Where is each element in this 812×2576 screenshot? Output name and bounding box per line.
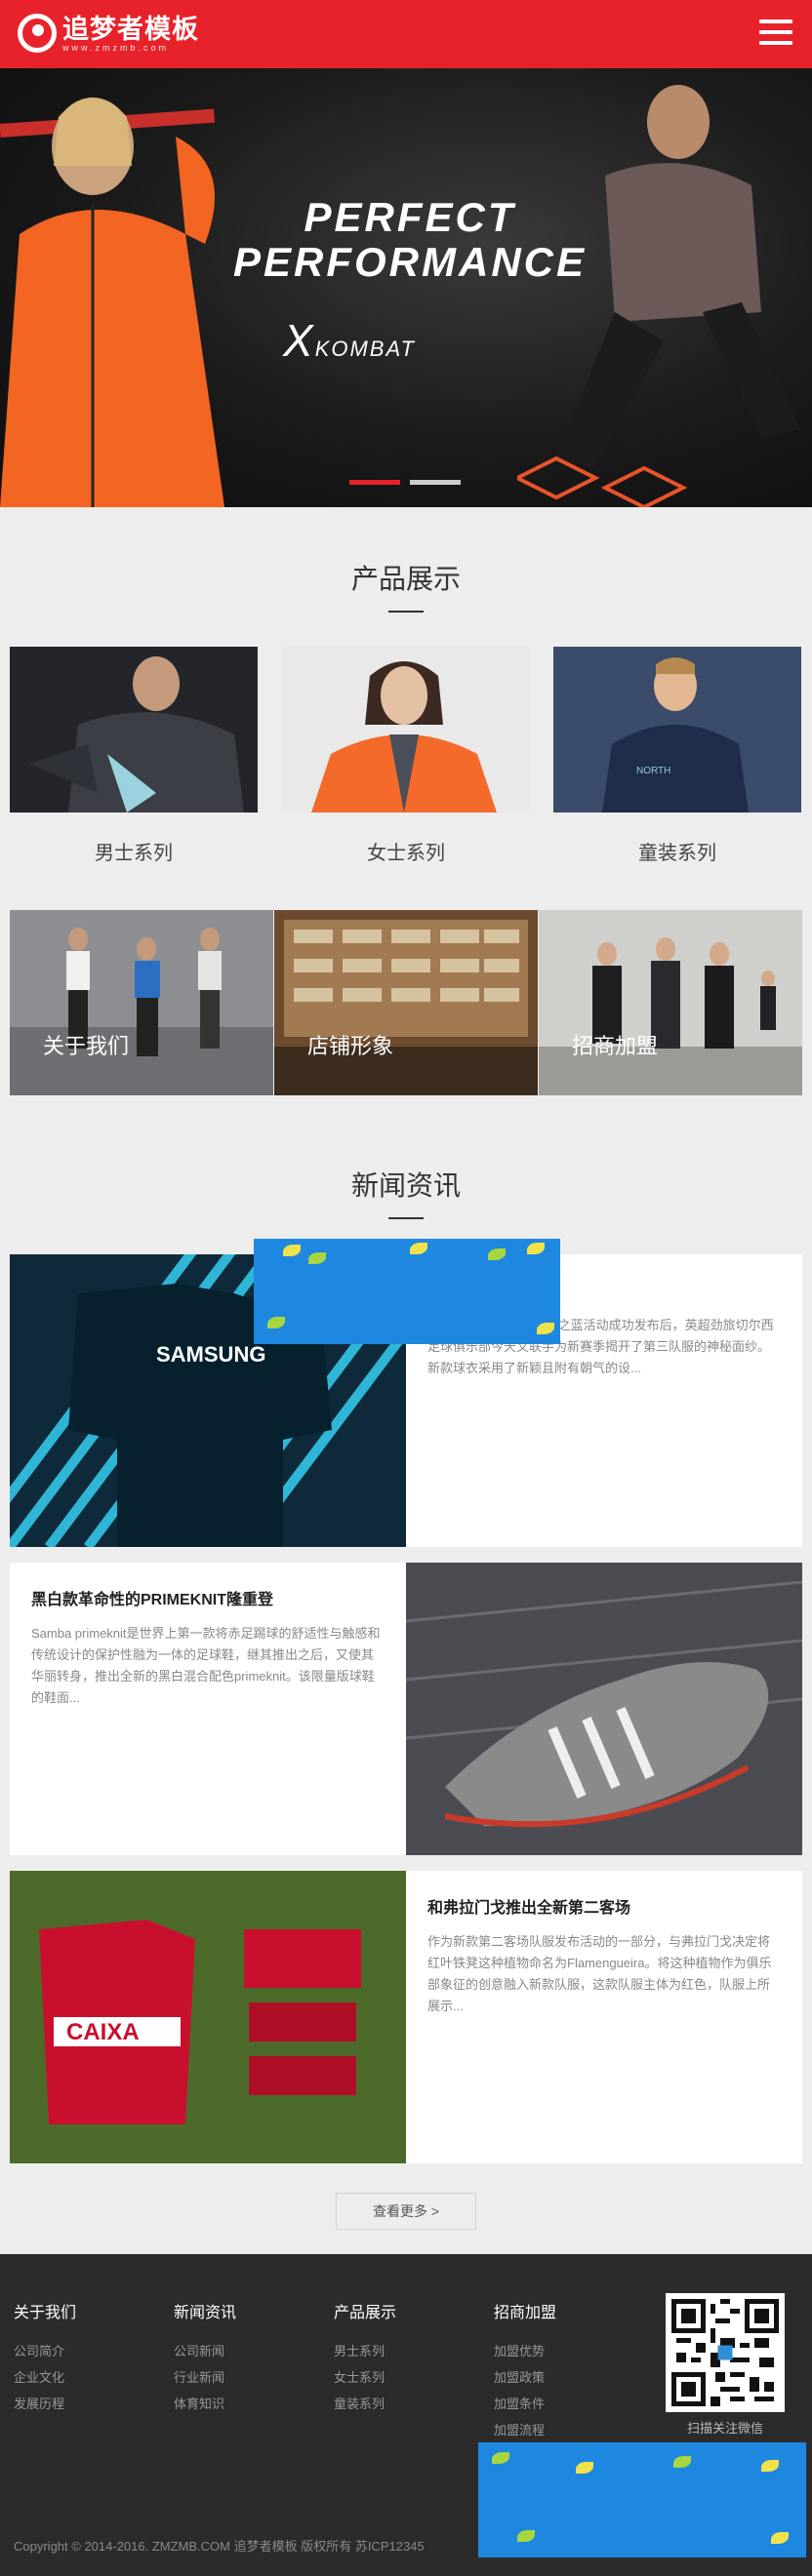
logo-title: 追梦者模板: [62, 14, 199, 44]
footer-link[interactable]: 行业新闻: [174, 2364, 236, 2391]
news-title-text: 和弗拉门戈推出全新第二客场: [427, 1900, 631, 1917]
svg-text:SAMSUNG: SAMSUNG: [156, 1342, 265, 1367]
tile-image-store: [274, 910, 538, 1095]
product-label: 童装系列: [638, 843, 716, 864]
product-image-kids: NORTH: [553, 647, 801, 812]
qr-caption: 扫描关注微信: [686, 2421, 763, 2436]
copyright: Copyright © 2014-2016. ZMZMB.COM 追梦者模板 版…: [14, 2539, 425, 2554]
news-image-2: [406, 1563, 802, 1855]
news-image-3: CAIXA: [10, 1871, 406, 2163]
product-image-women: [282, 647, 530, 812]
tile-label: 关于我们: [43, 1034, 130, 1058]
footer-link[interactable]: 公司简介: [14, 2338, 76, 2364]
footer-link[interactable]: 女士系列: [334, 2364, 396, 2391]
carousel-indicators: [349, 480, 461, 485]
floating-ad-popup[interactable]: [254, 1239, 560, 1344]
logo[interactable]: 追梦者模板 www.zmzmb.com: [18, 14, 199, 53]
footer-link[interactable]: 童装系列: [334, 2391, 396, 2417]
footer-link[interactable]: 加盟流程: [494, 2417, 556, 2443]
carousel-dot-1[interactable]: [349, 480, 400, 485]
qr-code: [666, 2293, 785, 2412]
svg-text:CAIXA: CAIXA: [66, 2019, 140, 2045]
footer-link[interactable]: 发展历程: [14, 2391, 76, 2417]
tile-store-image[interactable]: 店铺形象: [274, 910, 538, 1095]
footer-link[interactable]: 男士系列: [334, 2338, 396, 2364]
footer-col-title: 新闻资讯: [174, 2305, 237, 2321]
product-image-men: [10, 647, 258, 812]
tile-label: 店铺形象: [307, 1034, 394, 1058]
products-title-divider: [388, 611, 424, 613]
footer-link[interactable]: 公司新闻: [174, 2338, 236, 2364]
footer-link[interactable]: 加盟优势: [494, 2338, 556, 2364]
footer-link[interactable]: 加盟条件: [494, 2391, 556, 2417]
banner-man-image: [517, 85, 800, 507]
svg-text:NORTH: NORTH: [636, 766, 670, 776]
page: 追梦者模板 www.zmzmb.com PERFECT PERFORMANCE: [0, 0, 812, 2576]
menu-icon[interactable]: [759, 20, 792, 47]
footer-col-about: 关于我们 公司简介 企业文化 发展历程: [14, 2299, 76, 2417]
footer-col-title: 产品展示: [334, 2305, 397, 2321]
footer-link[interactable]: 企业文化: [14, 2364, 76, 2391]
news-item[interactable]: CAIXA 和弗拉门戈推出全新第二客场 作为新款第二客场队服发布活动的一部分，与…: [10, 1871, 802, 2163]
footer-col-franchise: 招商加盟 加盟优势 加盟政策 加盟条件 加盟流程: [494, 2299, 556, 2443]
banner-title: PERFECT PERFORMANCE: [232, 194, 587, 285]
news-excerpt: 作为新款第二客场队服发布活动的一部分，与弗拉门戈决定将红叶铁凳这种植物命名为Fl…: [427, 1934, 772, 2013]
news-arrow: [394, 1699, 406, 1719]
banner-brand: XKOMBAT: [283, 315, 416, 366]
product-card-men[interactable]: 男士系列: [10, 647, 258, 876]
product-label: 女士系列: [367, 843, 445, 864]
tile-about-us[interactable]: 关于我们: [10, 910, 273, 1095]
product-card-kids[interactable]: NORTH 童装系列: [553, 647, 801, 876]
tile-image-franchise: [539, 910, 802, 1095]
site-header: 追梦者模板 www.zmzmb.com: [0, 0, 812, 68]
footer-link[interactable]: 体育知识: [174, 2391, 236, 2417]
footer-col-title: 招商加盟: [494, 2305, 557, 2321]
hero-banner[interactable]: PERFECT PERFORMANCE XKOMBAT: [0, 68, 812, 507]
logo-icon: [18, 14, 57, 53]
footer-col-products: 产品展示 男士系列 女士系列 童装系列: [334, 2299, 396, 2417]
tile-label: 招商加盟: [572, 1034, 659, 1058]
carousel-dot-2[interactable]: [410, 480, 461, 485]
news-title: 新闻资讯: [350, 1170, 461, 1201]
tile-image-about: [10, 910, 273, 1095]
floating-ad-popup-bottom[interactable]: [478, 2442, 806, 2557]
footer-col-title: 关于我们: [14, 2305, 77, 2321]
footer-link[interactable]: 加盟政策: [494, 2364, 556, 2391]
news-title-text: 黑白款革命性的PRIMEKNIT隆重登: [31, 1592, 274, 1608]
tile-franchise[interactable]: 招商加盟: [539, 910, 802, 1095]
banner-woman-image: [0, 98, 224, 507]
news-excerpt: Samba primeknit是世界上第一款将赤足踢球的舒适性与触感和传统设计的…: [31, 1626, 381, 1705]
footer-col-news: 新闻资讯 公司新闻 行业新闻 体育知识: [174, 2299, 236, 2417]
view-more-button[interactable]: 查看更多 >: [336, 2193, 476, 2230]
products-title: 产品展示: [350, 564, 461, 594]
news-item[interactable]: 黑白款革命性的PRIMEKNIT隆重登 Samba primeknit是世界上第…: [10, 1563, 802, 1855]
news-title-divider: [388, 1217, 424, 1219]
product-label: 男士系列: [95, 843, 173, 864]
logo-subtitle: www.zmzmb.com: [62, 42, 170, 53]
product-card-women[interactable]: 女士系列: [282, 647, 530, 876]
